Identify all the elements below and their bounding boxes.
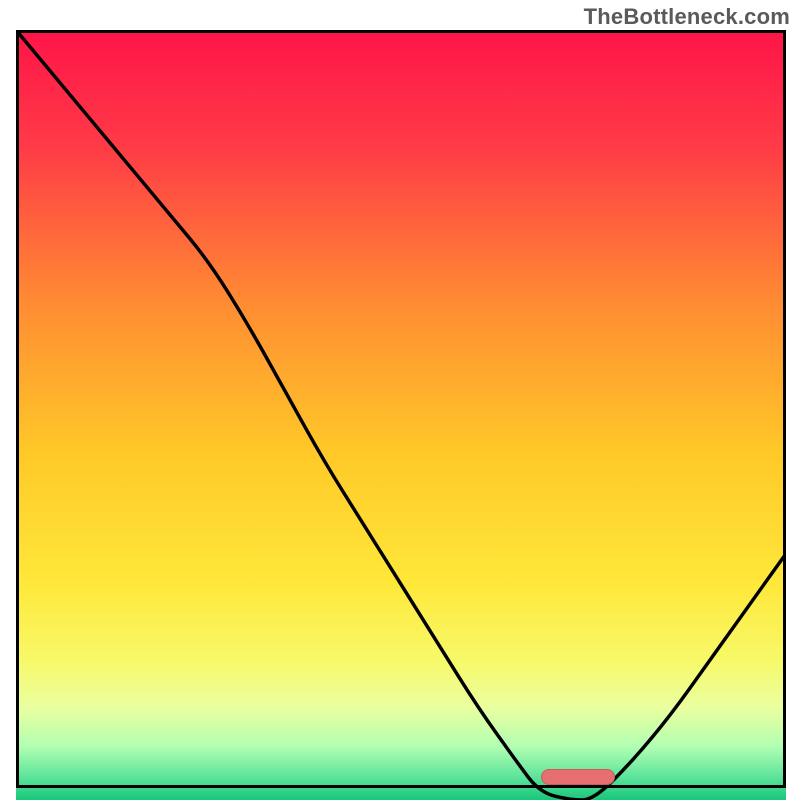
bottleneck-curve — [16, 30, 786, 800]
watermark-text: TheBottleneck.com — [584, 4, 790, 30]
chart-stage: TheBottleneck.com — [0, 0, 800, 800]
optimal-range-marker — [541, 769, 615, 785]
plot-area — [16, 30, 786, 788]
